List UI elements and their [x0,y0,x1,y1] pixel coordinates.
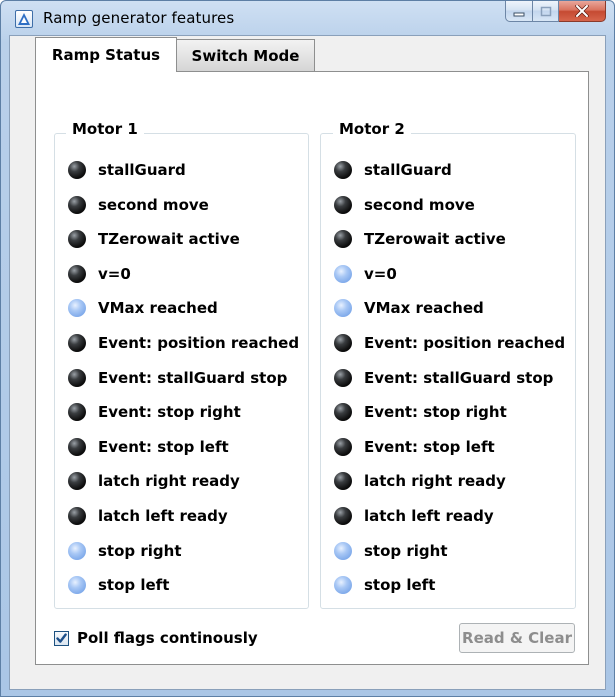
flag-row: Event: position reached [334,331,565,355]
flag-label: Event: position reached [98,334,300,352]
led-on-indicator [334,299,352,317]
flag-row: stallGuard [68,158,186,182]
flag-label: latch right ready [98,472,240,490]
led-off-indicator [334,161,352,179]
led-on-indicator [334,576,352,594]
poll-flags-label: Poll flags continously [77,629,258,647]
flag-label: VMax reached [364,299,484,317]
flag-label: second move [364,196,475,214]
led-off-indicator [68,334,86,352]
flag-label: Event: stallGuard stop [364,369,554,387]
flag-row: VMax reached [334,296,484,320]
flag-row: Event: stop left [334,435,495,459]
led-on-indicator [68,542,86,560]
led-off-indicator [68,196,86,214]
flag-row: v=0 [68,262,131,286]
flag-label: latch left ready [98,507,228,525]
flag-row: Event: stop right [68,400,241,424]
minimize-button[interactable] [505,1,533,22]
flag-row: Event: stop left [68,435,229,459]
poll-flags-option[interactable]: Poll flags continously [54,628,258,648]
flag-row: latch right ready [68,469,240,493]
maximize-icon [540,2,552,21]
flag-label: stallGuard [98,161,186,179]
led-off-indicator [334,334,352,352]
flag-row: second move [334,193,475,217]
flag-row: Event: position reached [68,331,299,355]
flag-row: TZerowait active [68,227,240,251]
poll-flags-checkbox[interactable] [54,630,69,646]
tab-ramp-status[interactable]: Ramp Status [35,37,177,72]
window-controls [505,1,606,22]
flag-row: VMax reached [68,296,218,320]
flag-label: Event: stop left [98,438,229,456]
led-off-indicator [334,507,352,525]
window-title: Ramp generator features [43,9,235,27]
flag-label: stop left [98,576,170,594]
led-on-indicator [68,576,86,594]
flag-label: latch left ready [364,507,494,525]
led-off-indicator [334,196,352,214]
led-on-indicator [334,265,352,283]
led-off-indicator [68,438,86,456]
flag-row: Event: stallGuard stop [334,366,553,390]
led-off-indicator [334,438,352,456]
flag-label: TZerowait active [98,230,240,248]
close-button[interactable] [559,1,606,22]
led-off-indicator [334,472,352,490]
led-off-indicator [68,472,86,490]
led-on-indicator [68,299,86,317]
maximize-button[interactable] [533,1,559,22]
flag-label: v=0 [364,265,397,283]
led-off-indicator [68,507,86,525]
flag-label: Event: stop right [98,403,241,421]
flag-row: second move [68,193,209,217]
motor1-title: Motor 1 [66,120,144,138]
flag-row: Event: stallGuard stop [68,366,287,390]
led-off-indicator [68,369,86,387]
flag-row: Event: stop right [334,400,507,424]
flag-label: v=0 [98,265,131,283]
flag-label: stop right [98,542,182,560]
led-off-indicator [68,230,86,248]
led-off-indicator [68,403,86,421]
flag-label: second move [98,196,209,214]
led-off-indicator [334,230,352,248]
title-bar[interactable]: Ramp generator features [1,1,614,35]
flag-label: VMax reached [98,299,218,317]
flag-row: latch left ready [334,504,494,528]
flag-row: v=0 [334,262,397,286]
led-off-indicator [334,369,352,387]
flag-label: Event: stop left [364,438,495,456]
flag-label: stallGuard [364,161,452,179]
flag-row: stop right [68,539,182,563]
flag-row: latch left ready [68,504,228,528]
led-on-indicator [334,542,352,560]
app-logo-icon[interactable] [15,10,33,28]
flag-row: latch right ready [334,469,506,493]
flag-row: TZerowait active [334,227,506,251]
flag-label: Event: stop right [364,403,507,421]
read-clear-button[interactable]: Read & Clear [459,623,575,653]
flag-row: stop right [334,539,448,563]
flag-label: latch right ready [364,472,506,490]
flag-row: stop left [68,573,169,597]
led-off-indicator [68,161,86,179]
flag-label: Event: position reached [364,334,566,352]
flag-label: TZerowait active [364,230,506,248]
flag-row: stallGuard [334,158,452,182]
flag-label: Event: stallGuard stop [98,369,288,387]
flag-row: stop left [334,573,435,597]
minimize-icon [513,2,525,21]
flag-label: stop left [364,576,436,594]
close-icon [575,2,589,21]
motor2-title: Motor 2 [333,120,411,138]
led-off-indicator [68,265,86,283]
flag-label: stop right [364,542,448,560]
led-off-indicator [334,403,352,421]
tab-switch-mode[interactable]: Switch Mode [176,39,315,72]
